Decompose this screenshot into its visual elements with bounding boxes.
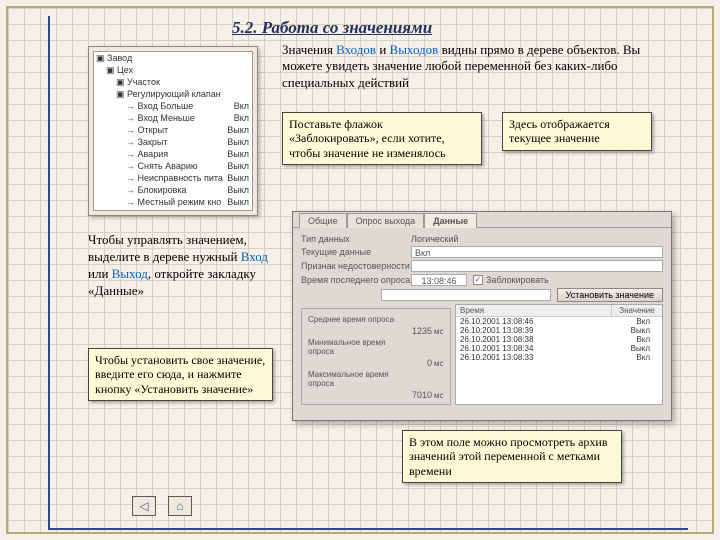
input-set-value[interactable]: [381, 289, 551, 301]
note-set-value: Чтобы установить свое значение, введите …: [88, 348, 273, 401]
archive-header-value: Значение: [612, 305, 662, 316]
field-current-data: Вкл: [411, 246, 663, 258]
tree-item[interactable]: → АварияВыкл: [94, 148, 252, 160]
tree-label: Участок: [127, 77, 160, 87]
checkbox-lock-label: Заблокировать: [486, 275, 549, 285]
tree-node-shop[interactable]: ▣ Цех: [94, 64, 252, 76]
triangle-left-icon: ◁: [139, 499, 148, 514]
archive-header-time: Время: [456, 305, 612, 316]
tree-item[interactable]: → Неисправность питаВыкл: [94, 172, 252, 184]
label-data-type: Тип данных: [301, 234, 411, 244]
tree-node-valve[interactable]: ▣ Регулирующий клапан: [94, 88, 252, 100]
para-part: или: [88, 266, 112, 281]
unit-ms: мс: [434, 359, 444, 368]
label-avg-time: Среднее время опроса: [308, 315, 408, 324]
nav-home-button[interactable]: ⌂: [168, 496, 192, 516]
tree-item[interactable]: → ЗакрытВыкл: [94, 136, 252, 148]
tab-data[interactable]: Данные: [424, 213, 477, 228]
label-min-time: Минимальное время опроса: [308, 338, 408, 356]
intro-keyword-inputs: Входов: [336, 42, 376, 57]
unit-ms: мс: [434, 391, 444, 400]
checkbox-lock[interactable]: ✓Заблокировать: [473, 275, 549, 285]
object-tree-panel: ▣ Завод ▣ Цех ▣ Участок ▣ Регулирующий к…: [88, 46, 258, 216]
tree-node-area[interactable]: ▣ Участок: [94, 76, 252, 88]
intro-text: Значения Входов и Выходов видны прямо в …: [282, 42, 642, 91]
para-kw-input: Вход: [241, 249, 268, 264]
label-bad-flag: Признак недостоверности: [301, 261, 411, 271]
tree-item[interactable]: → Положение50.000: [94, 208, 252, 211]
label-current-data: Текущие данные: [301, 247, 411, 257]
tree-label: Регулирующий клапан: [127, 89, 221, 99]
tree-item[interactable]: → Снять АвариюВыкл: [94, 160, 252, 172]
tree-item[interactable]: → Вход МеньшеВкл: [94, 112, 252, 124]
tree-item[interactable]: → Вход БольшеВкл: [94, 100, 252, 112]
archive-row[interactable]: 26.10.2001 13:08:46Вкл: [456, 317, 662, 326]
label-last-poll-time: Время последнего опроса: [301, 275, 411, 285]
value-min-time: 0: [408, 358, 432, 368]
note-current-value: Здесь отображается текущее значение: [502, 112, 652, 151]
archive-list[interactable]: ВремяЗначение 26.10.2001 13:08:46Вкл26.1…: [455, 304, 663, 405]
para-kw-output: Выход: [112, 266, 148, 281]
para-part: Чтобы управлять значением, выделите в де…: [88, 232, 247, 264]
tree-node-factory[interactable]: ▣ Завод: [94, 52, 252, 64]
tab-output-poll[interactable]: Опрос выхода: [347, 213, 425, 228]
set-value-button[interactable]: Установить значение: [557, 288, 663, 302]
tree-item[interactable]: → БлокировкаВыкл: [94, 184, 252, 196]
unit-ms: мс: [434, 327, 444, 336]
tree-item[interactable]: → Местный режим кноВыкл: [94, 196, 252, 208]
instruction-text: Чтобы управлять значением, выделите в де…: [88, 232, 268, 300]
field-bad-flag: [411, 260, 663, 272]
label-max-time: Максимальное время опроса: [308, 370, 408, 388]
metrics-group: Среднее время опроса 1235мс Минимальное …: [301, 308, 451, 405]
value-avg-time: 1235: [408, 326, 432, 336]
archive-row[interactable]: 26.10.2001 13:08:34Выкл: [456, 344, 662, 353]
tree-label: Цех: [117, 65, 133, 75]
archive-row[interactable]: 26.10.2001 13:08:38Вкл: [456, 335, 662, 344]
value-data-type: Логический: [411, 234, 458, 244]
field-last-poll-time: 13:08:46: [411, 274, 467, 286]
tree-item[interactable]: → ОткрытВыкл: [94, 124, 252, 136]
note-lock: Поставьте флажок «Заблокировать», если х…: [282, 112, 482, 165]
section-title: 5.2. Работа со значениями: [232, 18, 684, 38]
note-archive: В этом поле можно просмотреть архив знач…: [402, 430, 622, 483]
intro-part: и: [376, 42, 389, 57]
intro-keyword-outputs: Выходов: [390, 42, 439, 57]
archive-row[interactable]: 26.10.2001 13:08:39Выкл: [456, 326, 662, 335]
nav-prev-button[interactable]: ◁: [132, 496, 156, 516]
data-tab-dialog: Общие Опрос выхода Данные Тип данныхЛоги…: [292, 211, 672, 421]
archive-row[interactable]: 26.10.2001 13:08:33Вкл: [456, 353, 662, 362]
check-icon: ✓: [473, 275, 483, 285]
intro-part: Значения: [282, 42, 336, 57]
tree-label: Завод: [107, 53, 132, 63]
home-icon: ⌂: [176, 499, 183, 514]
tab-general[interactable]: Общие: [299, 213, 347, 228]
value-max-time: 7010: [408, 390, 432, 400]
